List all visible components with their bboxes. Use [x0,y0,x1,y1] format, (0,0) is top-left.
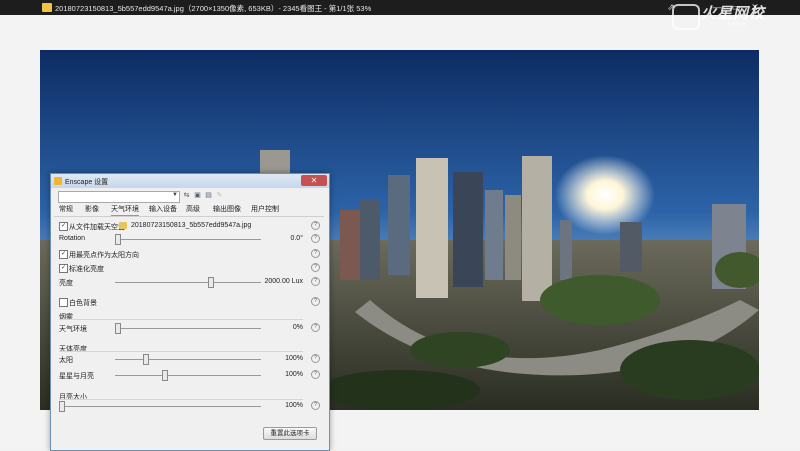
environment-value: 0% [292,324,303,331]
rotation-value: 0.0° [290,235,303,242]
tab-input[interactable]: 输入设备 [149,204,177,215]
save-as-icon[interactable]: ▤ [204,192,213,200]
white-background-checkbox[interactable] [59,298,68,307]
skybox-filename[interactable]: 20180723150813_5b557edd9547a.jpg [131,222,251,229]
white-background-label: 白色背景 [69,300,97,307]
enscape-settings-dialog: Enscape 设置 ✕ ▼ ⇆ ▣ ▤ ✎ 常规 影像 天气环境 输入设备 高… [50,173,330,451]
brightness-track[interactable] [115,282,261,283]
tab-general[interactable]: 常规 [59,204,73,215]
tabs-divider [54,216,324,217]
celestial-header: 天体亮度 [59,346,87,353]
watermark-url: hxsd.tv [728,22,748,28]
rotation-label: Rotation [59,235,86,242]
load-skybox-row: ✓ 从文件加载天空盒 20180723150813_5b557edd9547a.… [57,221,323,231]
moon-size-slider-thumb[interactable] [59,401,65,412]
sun-direction-label: 用最亮点作为太阳方向 [69,252,139,259]
divider [59,399,303,400]
hxsd-logo-icon [672,4,700,30]
folder-icon[interactable] [119,222,127,229]
preset-dropdown[interactable]: ▼ [58,191,180,203]
window-title: 20180723150813_5b557edd9547a.jpg（2700×13… [55,4,372,13]
stars-moon-track[interactable] [115,375,261,376]
brightness-label: 亮度 [59,280,73,287]
tab-customization[interactable]: 用户控制 [251,204,279,215]
sun-track[interactable] [115,359,261,360]
help-icon[interactable]: ? [311,277,320,286]
environment-slider-thumb[interactable] [115,323,121,334]
tab-image[interactable]: 影像 [85,204,99,215]
enscape-icon [54,177,62,185]
dialog-close-button[interactable]: ✕ [301,175,327,186]
help-icon[interactable]: ? [311,370,320,379]
help-icon[interactable]: ? [311,297,320,306]
environment-label: 天气环境 [59,326,87,333]
load-skybox-label: 从文件加载天空盒 [69,224,125,231]
tab-capture[interactable]: 输出图像 [213,204,241,215]
normalize-label: 标准化亮度 [69,266,104,273]
dialog-title-bar[interactable]: Enscape 设置 ✕ [51,174,329,188]
load-skybox-checkbox[interactable]: ✓ [59,222,68,231]
sun-value: 100% [285,355,303,362]
tab-advanced[interactable]: 高级 [186,204,200,215]
watermark: 火星网校 hxsd.tv [672,2,797,42]
sun-label: 太阳 [59,357,73,364]
rotation-row: Rotation 0.0° ? [57,234,323,245]
help-icon[interactable]: ? [311,354,320,363]
moon-size-row: 100% ? [57,401,323,412]
divider [59,319,303,320]
help-icon[interactable]: ? [311,263,320,272]
divider [59,351,303,352]
moon-size-value: 100% [285,402,303,409]
sun-slider-thumb[interactable] [143,354,150,365]
normalize-checkbox[interactable]: ✓ [59,264,68,273]
moon-size-track[interactable] [59,406,261,407]
brightness-row: 亮度 2000.00 Lux ? [57,277,323,288]
help-icon[interactable]: ? [311,401,320,410]
brightness-slider-thumb[interactable] [208,277,215,288]
sun-brightness-row: 太阳 100% ? [57,354,323,365]
save-icon[interactable]: ▣ [193,192,202,200]
delete-icon[interactable]: ✎ [215,192,224,200]
sun-direction-checkbox[interactable]: ✓ [59,250,68,259]
fog-header: 烟雾 [59,314,73,321]
help-icon[interactable]: ? [311,323,320,332]
help-icon[interactable]: ? [311,234,320,243]
watermark-title: 火星网校 [701,5,766,22]
share-icon[interactable]: ⇆ [182,192,191,200]
sun-direction-row: ✓ 用最亮点作为太阳方向 ? [57,249,323,259]
brightness-value: 2000.00 Lux [264,278,303,285]
stars-moon-slider-thumb[interactable] [161,370,168,381]
environment-row: 天气环境 0% ? [57,323,323,334]
dialog-title: Enscape 设置 [65,179,109,186]
stars-moon-value: 100% [285,371,303,378]
rotation-slider-thumb[interactable] [115,234,121,245]
chevron-down-icon: ▼ [172,192,178,198]
environment-track[interactable] [115,328,261,329]
stars-moon-row: 星星与月亮 100% ? [57,370,323,381]
normalize-row: ✓ 标准化亮度 ? [57,263,323,273]
stars-moon-label: 星星与月亮 [59,373,94,380]
white-background-row: 白色背景 ? [57,297,323,307]
rotation-track[interactable] [115,239,261,240]
help-icon[interactable]: ? [311,221,320,230]
app-icon [42,3,52,12]
reset-tab-button[interactable]: 重置此选项卡 [263,427,317,440]
help-icon[interactable]: ? [311,249,320,258]
